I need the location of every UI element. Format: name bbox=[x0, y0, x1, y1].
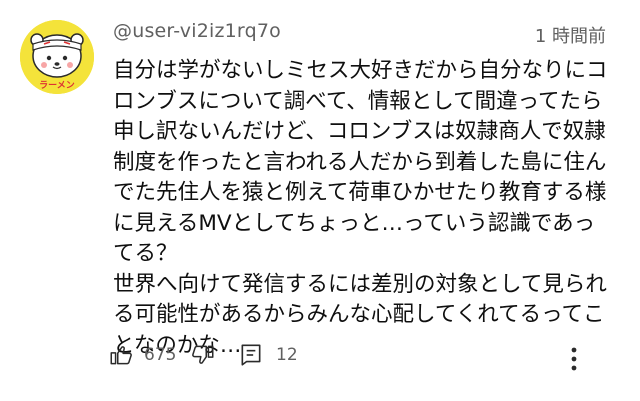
more-options-button[interactable] bbox=[564, 344, 584, 374]
comment-card: ラーメン @user-vi2iz1rq7o 1 時間前 自分は学がないしミセス大… bbox=[0, 0, 640, 401]
thumbs-up-icon bbox=[110, 346, 132, 365]
dislike-button[interactable] bbox=[190, 342, 216, 368]
comment-author[interactable]: @user-vi2iz1rq7o bbox=[113, 20, 281, 42]
reply-icon bbox=[241, 344, 261, 366]
reply-button[interactable]: 12 bbox=[238, 342, 298, 368]
comment-text: 自分は学がないしミセス大好きだから自分なりにコ ロンブスについて調べて、情報とし… bbox=[113, 58, 608, 358]
thumbs-down-icon bbox=[192, 345, 214, 364]
like-button[interactable]: 675 bbox=[108, 342, 176, 368]
more-vertical-icon bbox=[571, 347, 577, 371]
comment-actions: 675 12 bbox=[108, 342, 608, 372]
like-count: 675 bbox=[144, 345, 177, 365]
svg-text:ラーメン: ラーメン bbox=[39, 80, 75, 91]
reply-count: 12 bbox=[276, 345, 298, 365]
avatar[interactable]: ラーメン bbox=[20, 20, 94, 94]
comment-timestamp: 1 時間前 bbox=[534, 26, 606, 47]
avatar-image: ラーメン bbox=[20, 20, 94, 94]
